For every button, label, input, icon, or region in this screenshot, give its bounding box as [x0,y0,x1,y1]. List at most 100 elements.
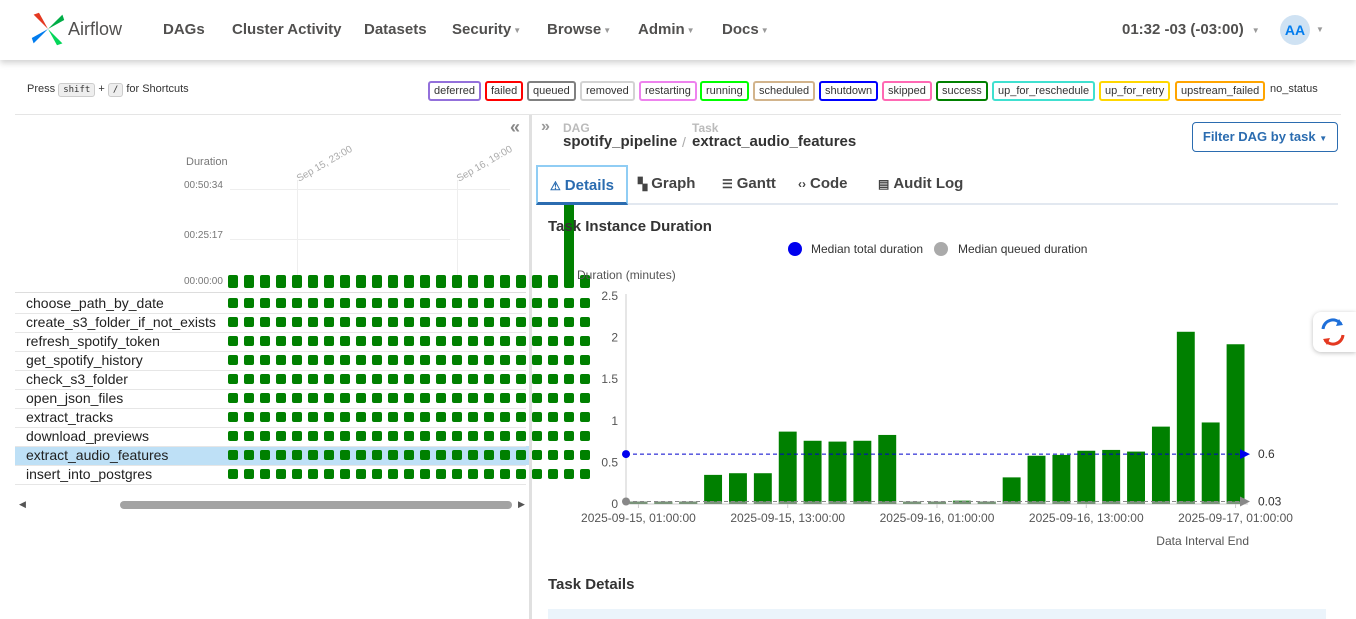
breadcrumb-dag-link[interactable]: spotify_pipeline [563,133,677,150]
task-instance-square[interactable] [436,431,446,441]
task-instance-square[interactable] [356,336,366,346]
task-instance-square[interactable] [532,450,542,460]
task-instance-square[interactable] [276,412,286,422]
task-instance-square[interactable] [292,450,302,460]
task-instance-square[interactable] [372,317,382,327]
dag-run-bar[interactable] [372,275,382,288]
task-instance-square[interactable] [228,412,238,422]
task-instance-square[interactable] [516,355,526,365]
task-instance-square[interactable] [532,317,542,327]
task-instance-square[interactable] [404,469,414,479]
task-instance-square[interactable] [484,374,494,384]
task-instance-square[interactable] [404,336,414,346]
floating-sync-button[interactable] [1313,312,1356,352]
task-instance-square[interactable] [484,336,494,346]
nav-security[interactable]: Security ▼ [452,21,521,38]
task-instance-square[interactable] [292,374,302,384]
task-instance-square[interactable] [468,298,478,308]
task-instance-square[interactable] [340,450,350,460]
task-instance-square[interactable] [420,450,430,460]
task-instance-square[interactable] [532,336,542,346]
task-instance-square[interactable] [420,393,430,403]
task-instance-square[interactable] [468,336,478,346]
task-instance-square[interactable] [260,298,270,308]
state-badge-running[interactable]: running [700,81,749,101]
task-instance-square[interactable] [308,393,318,403]
legend-queued-dot[interactable] [934,242,948,256]
task-row-name[interactable]: download_previews [26,427,149,446]
task-instance-square[interactable] [228,450,238,460]
user-avatar[interactable]: AA [1280,15,1310,45]
task-instance-square[interactable] [436,374,446,384]
task-instance-square[interactable] [308,298,318,308]
task-row-name[interactable]: get_spotify_history [26,351,143,370]
task-instance-square[interactable] [356,374,366,384]
task-instance-square[interactable] [548,298,558,308]
task-instance-square[interactable] [548,431,558,441]
task-instance-square[interactable] [324,355,334,365]
task-instance-square[interactable] [308,374,318,384]
task-instance-square[interactable] [372,374,382,384]
collapse-double-chevron-icon[interactable]: « [510,117,520,138]
task-instance-square[interactable] [548,355,558,365]
dag-run-bar[interactable] [308,275,318,288]
task-instance-square[interactable] [228,431,238,441]
dag-run-bar[interactable] [340,275,350,288]
dag-run-bar[interactable] [516,275,526,288]
dag-run-bar[interactable] [292,275,302,288]
state-badge-removed[interactable]: removed [580,81,635,101]
task-instance-square[interactable] [388,393,398,403]
task-instance-square[interactable] [484,431,494,441]
state-badge-failed[interactable]: failed [485,81,524,101]
task-instance-square[interactable] [532,412,542,422]
task-instance-square[interactable] [244,355,254,365]
chart-bar[interactable] [1077,450,1096,504]
dag-run-bar[interactable] [436,275,446,288]
task-instance-square[interactable] [388,412,398,422]
task-instance-square[interactable] [228,393,238,403]
task-instance-square[interactable] [420,431,430,441]
state-badge-queued[interactable]: queued [527,81,576,101]
task-instance-square[interactable] [372,469,382,479]
dag-run-bar[interactable] [228,275,238,288]
task-instance-square[interactable] [404,374,414,384]
task-instance-square[interactable] [532,469,542,479]
task-instance-square[interactable] [388,336,398,346]
task-instance-square[interactable] [484,298,494,308]
timezone-dropdown[interactable]: 01:32 -03 (-03:00) ▼ [1122,21,1260,38]
scroll-left-arrow-icon[interactable]: ◀ [19,499,26,510]
task-instance-square[interactable] [292,412,302,422]
dag-run-bar[interactable] [356,275,366,288]
task-instance-square[interactable] [500,355,510,365]
task-instance-square[interactable] [500,336,510,346]
task-row-name[interactable]: create_s3_folder_if_not_exists [26,313,216,332]
task-instance-square[interactable] [388,431,398,441]
task-instance-square[interactable] [340,355,350,365]
task-instance-square[interactable] [244,298,254,308]
task-row-name[interactable]: extract_audio_features [26,446,168,465]
dag-run-bar[interactable] [452,275,462,288]
dag-run-bar[interactable] [260,275,270,288]
dag-run-bar[interactable] [548,275,558,288]
chart-bar[interactable] [704,474,723,504]
task-instance-square[interactable] [260,431,270,441]
task-instance-square[interactable] [388,298,398,308]
state-badge-no-status[interactable]: no_status [1266,81,1322,101]
task-instance-square[interactable] [372,412,382,422]
tab-graph[interactable]: ▚ Graph [626,165,707,205]
task-instance-square[interactable] [484,355,494,365]
task-instance-square[interactable] [484,450,494,460]
task-instance-square[interactable] [340,298,350,308]
tab-audit-log[interactable]: ▤ Audit Log [866,165,975,205]
task-instance-square[interactable] [420,298,430,308]
task-instance-square[interactable] [468,317,478,327]
task-instance-square[interactable] [548,317,558,327]
task-instance-square[interactable] [276,374,286,384]
task-instance-square[interactable] [468,355,478,365]
task-instance-square[interactable] [436,336,446,346]
chart-bar[interactable] [729,473,747,504]
task-instance-square[interactable] [500,374,510,384]
task-instance-square[interactable] [484,393,494,403]
task-instance-square[interactable] [260,412,270,422]
task-instance-square[interactable] [516,469,526,479]
